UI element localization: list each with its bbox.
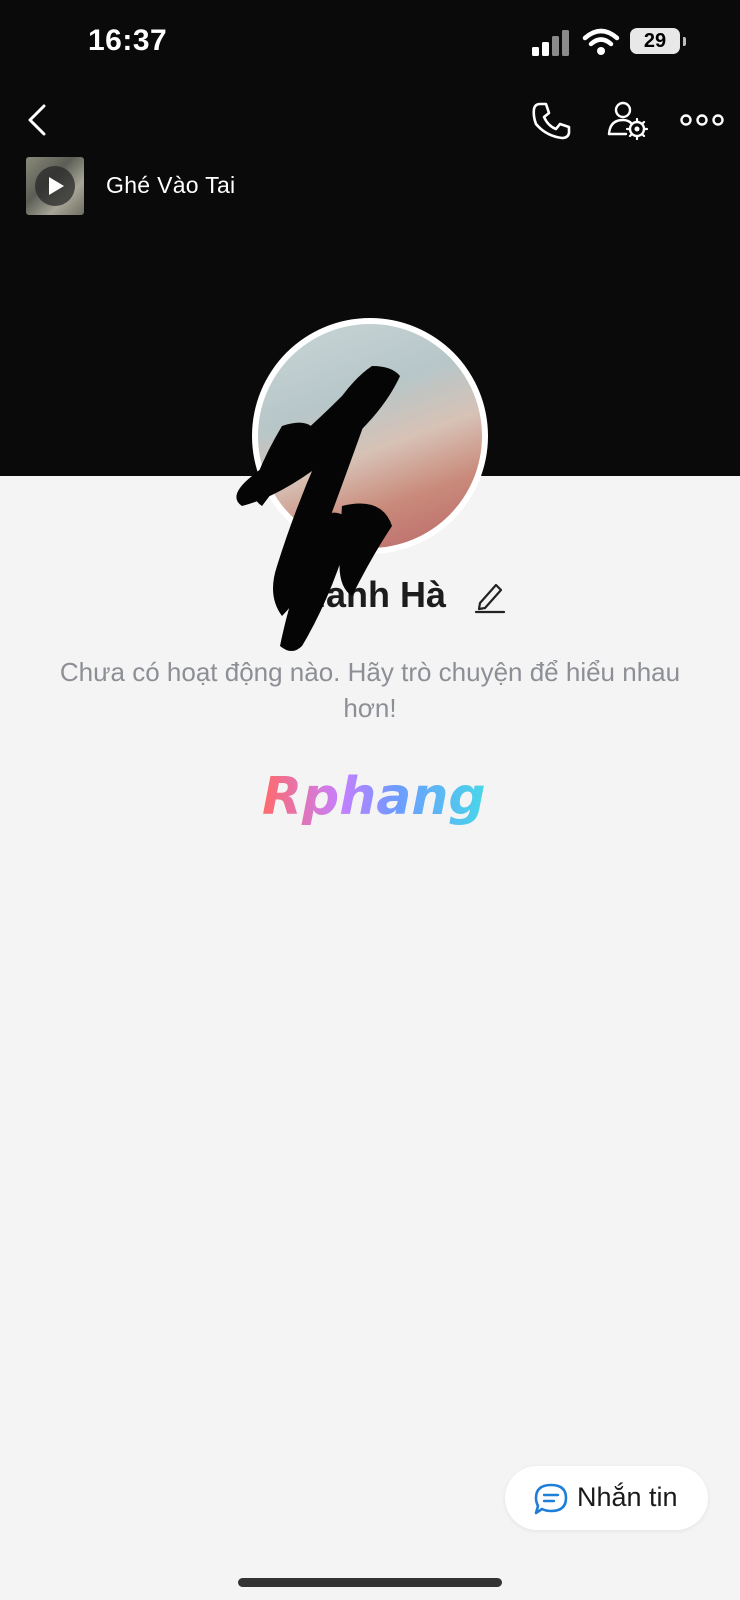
more-dots-icon[interactable] <box>680 108 724 132</box>
phone-icon[interactable] <box>530 100 572 142</box>
user-settings-icon[interactable] <box>606 98 650 142</box>
watermark-text: Rphang <box>262 767 486 827</box>
battery-indicator: 29 <box>630 28 686 54</box>
empty-activity-text: Chưa có hoạt động nào. Hãy trò chuyện để… <box>59 657 681 723</box>
status-time: 16:37 <box>88 24 168 57</box>
message-button[interactable]: Nhắn tin <box>505 1466 708 1530</box>
home-indicator <box>238 1578 502 1587</box>
play-icon <box>35 166 75 206</box>
edit-name-icon[interactable] <box>474 578 506 614</box>
chat-bubble-icon <box>534 1483 568 1515</box>
redaction-scribble <box>236 366 400 651</box>
wifi-icon <box>582 28 620 55</box>
music-thumbnail[interactable] <box>26 157 84 215</box>
signal-icon <box>532 30 569 56</box>
message-button-label: Nhắn tin <box>577 1482 678 1512</box>
music-title[interactable]: Ghé Vào Tai <box>106 172 235 199</box>
watermark-logo: Rphang <box>262 767 486 827</box>
chevron-left-icon[interactable] <box>22 100 58 140</box>
